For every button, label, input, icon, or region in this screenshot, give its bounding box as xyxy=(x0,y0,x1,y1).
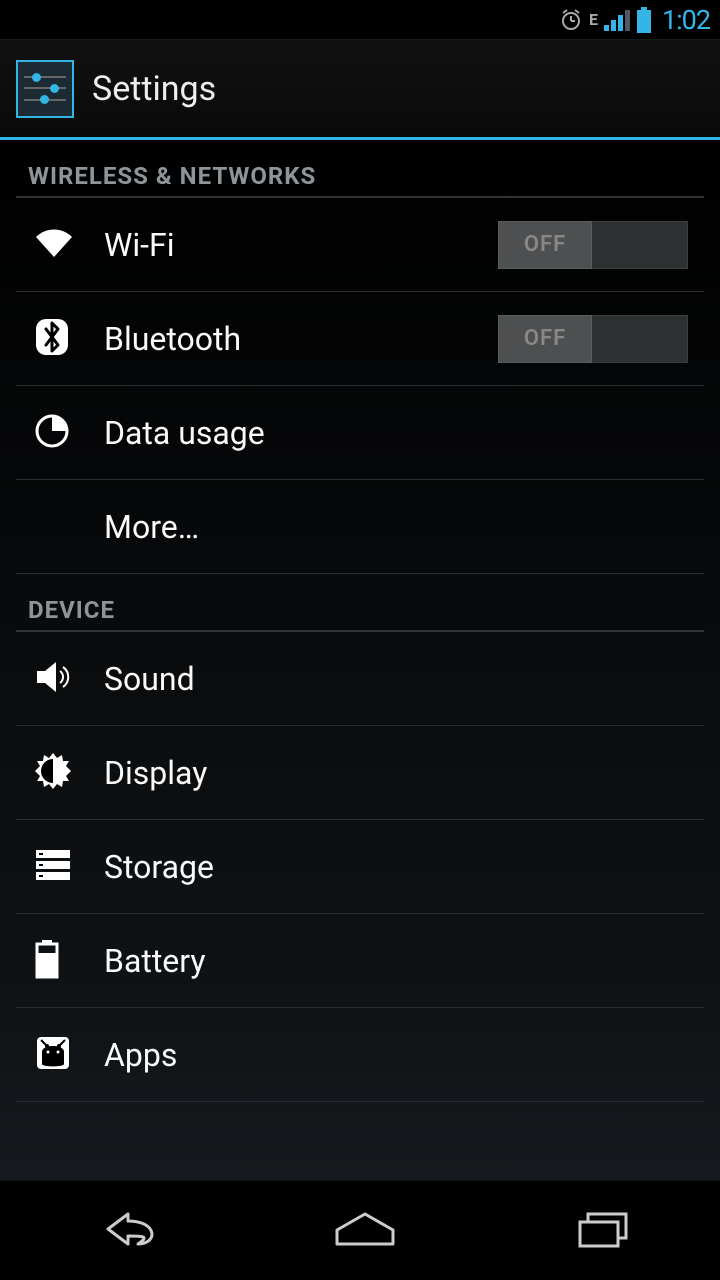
row-storage[interactable]: Storage xyxy=(16,820,704,914)
status-bar: E 1:02 xyxy=(0,0,720,40)
bluetooth-icon xyxy=(34,317,70,361)
network-type-label: E xyxy=(589,10,598,29)
signal-icon xyxy=(604,8,630,32)
row-sound[interactable]: Sound xyxy=(16,632,704,726)
label-bluetooth: Bluetooth xyxy=(104,320,498,358)
battery-icon xyxy=(636,7,652,33)
label-apps: Apps xyxy=(104,1036,704,1074)
label-wifi: Wi-Fi xyxy=(104,226,498,264)
action-bar: Settings xyxy=(0,40,720,140)
row-apps[interactable]: Apps xyxy=(16,1008,704,1102)
label-display: Display xyxy=(104,754,704,792)
page-title: Settings xyxy=(92,69,216,109)
row-data-usage[interactable]: Data usage xyxy=(16,386,704,480)
clock-label: 1:02 xyxy=(662,4,710,36)
home-button[interactable] xyxy=(325,1206,405,1256)
row-battery[interactable]: Battery xyxy=(16,914,704,1008)
display-icon xyxy=(34,752,72,794)
toggle-bluetooth[interactable]: OFF xyxy=(498,315,688,363)
row-wifi[interactable]: Wi-Fi OFF xyxy=(16,198,704,292)
wifi-icon xyxy=(34,227,74,263)
nav-bar xyxy=(0,1180,720,1280)
row-display[interactable]: Display xyxy=(16,726,704,820)
label-data-usage: Data usage xyxy=(104,414,704,452)
storage-icon xyxy=(34,848,72,886)
toggle-wifi[interactable]: OFF xyxy=(498,221,688,269)
section-header-device: DEVICE xyxy=(16,574,704,632)
label-battery: Battery xyxy=(104,942,704,980)
label-sound: Sound xyxy=(104,660,704,698)
row-bluetooth[interactable]: Bluetooth OFF xyxy=(16,292,704,386)
battery-setting-icon xyxy=(34,939,60,983)
label-storage: Storage xyxy=(104,848,704,886)
alarm-icon xyxy=(559,8,583,32)
recents-button[interactable] xyxy=(562,1206,642,1256)
settings-icon xyxy=(16,60,74,118)
apps-icon xyxy=(34,1034,72,1076)
section-header-wireless: WIRELESS & NETWORKS xyxy=(16,140,704,198)
back-button[interactable] xyxy=(78,1206,168,1256)
label-more: More… xyxy=(104,508,704,546)
settings-list[interactable]: WIRELESS & NETWORKS Wi-Fi OFF Bluetooth … xyxy=(0,140,720,1180)
sound-icon xyxy=(34,659,74,699)
row-more[interactable]: More… xyxy=(16,480,704,574)
data-usage-icon xyxy=(34,413,70,453)
